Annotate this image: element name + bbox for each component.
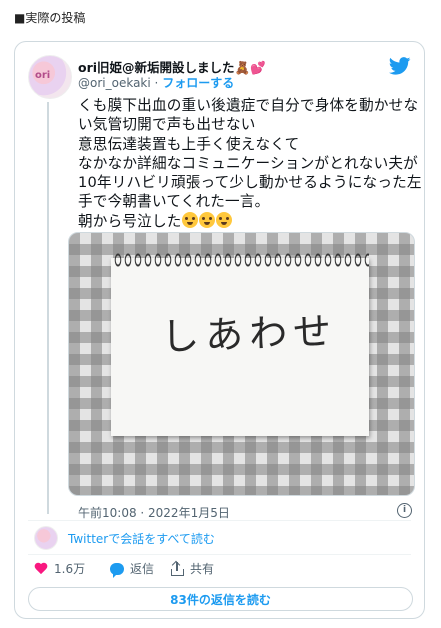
like-button[interactable]: 1.6万 — [34, 560, 85, 577]
reply-label: 返信 — [130, 562, 155, 576]
divider — [28, 554, 411, 555]
tweet-text: くも膜下出血の重い後遺症で自分で身体を動かせない気管切開で声も出せない 意思伝達… — [78, 97, 422, 230]
action-bar: 1.6万 返信 共有 — [28, 558, 413, 582]
handwritten-message: しあわせ — [160, 308, 338, 360]
read-conversation-link[interactable]: Twitterで会話をすべて読む — [28, 522, 413, 552]
follow-button[interactable]: フォローする — [162, 76, 234, 90]
handle-line: @ori_oekaki · フォローする — [78, 74, 234, 91]
read-conversation-label[interactable]: Twitterで会話をすべて読む — [68, 530, 215, 547]
loudly-crying-face-icon — [198, 211, 215, 228]
embedded-tweet: ori ori旧姫@新垢開設しました🧸💕 @ori_oekaki · フォローす… — [14, 41, 425, 619]
share-label: 共有 — [190, 562, 215, 576]
notebook-spiral — [113, 253, 369, 267]
avatar[interactable]: ori — [28, 55, 72, 99]
heart-icon — [34, 562, 48, 576]
like-count: 1.6万 — [54, 562, 86, 576]
info-icon[interactable]: i — [397, 503, 412, 518]
share-button[interactable]: 共有 — [170, 560, 214, 577]
loudly-crying-face-icon — [181, 211, 198, 228]
separator: · — [154, 76, 159, 90]
share-icon — [170, 560, 184, 576]
thread-line — [47, 102, 49, 514]
handle[interactable]: @ori_oekaki — [78, 76, 151, 90]
loudly-crying-face-icon — [215, 211, 232, 228]
tweet-timestamp[interactable]: 午前10:08 · 2022年1月5日 — [78, 504, 230, 521]
avatar-small — [34, 526, 58, 550]
article-caption: ■実際の投稿 — [14, 11, 86, 25]
divider — [28, 520, 411, 521]
read-replies-button[interactable]: 83件の返信を読む — [28, 587, 413, 611]
tweet-photo[interactable]: しあわせ — [68, 232, 415, 496]
reply-bubble-icon — [110, 562, 124, 578]
reply-button[interactable]: 返信 — [110, 560, 155, 578]
tweet-body: くも膜下出血の重い後遺症で自分で身体を動かせない気管切開で声も出せない 意思伝達… — [78, 96, 423, 231]
twitter-bird-icon[interactable] — [389, 57, 411, 75]
